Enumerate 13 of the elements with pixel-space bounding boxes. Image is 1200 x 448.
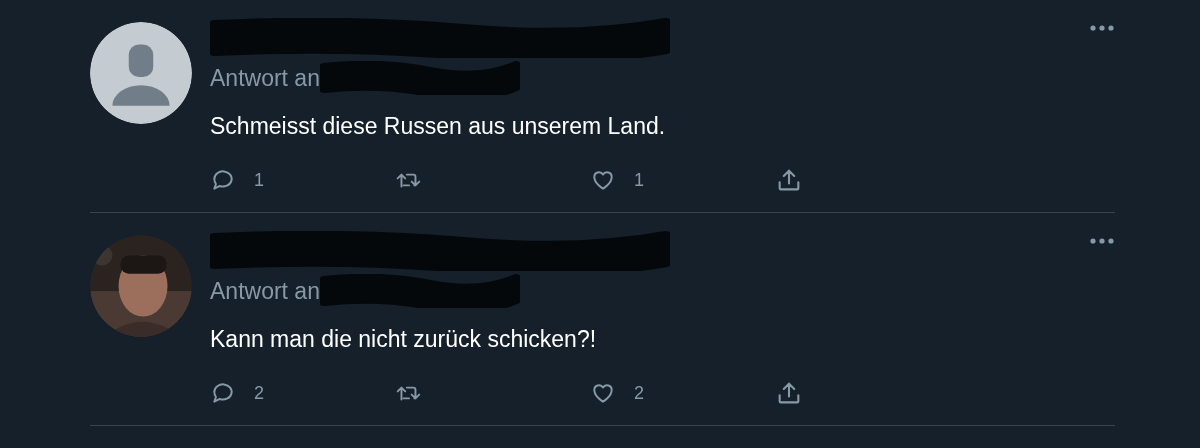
like-count: 2	[634, 381, 644, 405]
reply-icon[interactable]	[210, 167, 236, 193]
like-count: 1	[634, 168, 644, 192]
default-avatar-icon[interactable]	[90, 22, 192, 124]
reply-count: 2	[254, 381, 264, 405]
reply-icon[interactable]	[210, 380, 236, 406]
tweet-text: Kann man die nicht zurück schicken?!	[210, 325, 598, 354]
tweet-text: Schmeisst diese Russen aus unserem Land.	[210, 112, 667, 141]
more-options-icon[interactable]	[1089, 24, 1115, 32]
more-options-icon[interactable]	[1089, 237, 1115, 245]
reply-count: 1	[254, 168, 264, 192]
reply-to-label: Antwort an	[210, 63, 320, 93]
reply-to-label: Antwort an	[210, 276, 320, 306]
